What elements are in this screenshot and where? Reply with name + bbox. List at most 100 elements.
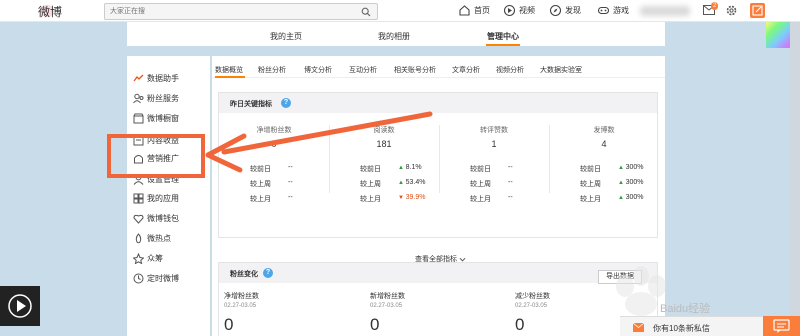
metric-value: 4 xyxy=(601,139,607,149)
sidebar-item-weibo-shop[interactable]: 微博橱窗 xyxy=(133,110,179,126)
compare-value: -- xyxy=(288,194,293,201)
compare-value: -- xyxy=(508,179,513,186)
promote-icon xyxy=(134,154,143,163)
compare-label: 较前日 xyxy=(360,166,381,173)
sidebar-item-content-income[interactable]: 内容收益 xyxy=(133,132,179,148)
help-icon[interactable]: ? xyxy=(263,268,273,278)
triangle-up-icon: ▲ xyxy=(398,165,406,171)
active-tab-underline xyxy=(486,44,520,46)
gear-icon[interactable] xyxy=(725,4,738,17)
envelope-icon xyxy=(633,323,644,332)
subtab-bigdata-lab[interactable]: 大数据实验室 xyxy=(540,65,582,75)
sidebar-item-label: 微博钱包 xyxy=(147,213,179,223)
sidebar: 数据助手 粉丝服务 微博橱窗 内容收益 营销推广 设置管理 我的应用 微博钱包 … xyxy=(127,56,210,336)
active-subtab-underline xyxy=(215,76,245,78)
tab-my-home[interactable]: 我的主页 xyxy=(270,31,302,42)
apps-icon xyxy=(133,193,144,203)
subtab-articles[interactable]: 文章分析 xyxy=(452,65,480,75)
sidebar-item-scheduled[interactable]: 定时微博 xyxy=(133,270,179,286)
video-player-button[interactable] xyxy=(0,286,40,326)
compare-value: ▲ 8.1% xyxy=(398,164,422,171)
subtab-related-accounts[interactable]: 相关账号分析 xyxy=(394,65,436,75)
sidebar-item-label: 微博橱窗 xyxy=(147,113,179,123)
fans-date: 02.27-03.05 xyxy=(224,303,257,309)
nav-discover[interactable]: 发现 xyxy=(549,4,581,17)
metric-reads: 阅读数 181 xyxy=(329,125,439,149)
tab-management[interactable]: 管理中心 xyxy=(487,31,519,42)
clock-icon xyxy=(133,273,144,283)
sidebar-item-fans-service[interactable]: 粉丝服务 xyxy=(133,90,179,106)
compare-value-text: 300% xyxy=(625,179,644,186)
nav-game-label: 游戏 xyxy=(613,6,629,15)
home-icon xyxy=(459,5,470,16)
metric-engagement: 转评赞数 1 xyxy=(439,125,549,149)
triangle-up-icon: ▲ xyxy=(618,195,626,201)
tab-my-album[interactable]: 我的相册 xyxy=(378,31,410,42)
top-bar: 微博 首页 视频 发现 游戏 2 xyxy=(0,0,800,22)
compare-label: 较上周 xyxy=(250,181,271,188)
compare-value: -- xyxy=(288,164,293,171)
subtab-videos[interactable]: 视频分析 xyxy=(496,65,524,75)
sidebar-item-crowdfund[interactable]: 众筹 xyxy=(133,250,163,266)
compare-value: ▲ 300% xyxy=(618,194,644,201)
subtab-posts[interactable]: 博文分析 xyxy=(304,65,332,75)
fans-label: 净增粉丝数 xyxy=(224,293,259,300)
sidebar-item-label: 粉丝服务 xyxy=(147,93,179,103)
game-icon xyxy=(597,6,610,15)
sidebar-item-settings[interactable]: 设置管理 xyxy=(133,171,179,187)
compare-value: -- xyxy=(508,194,513,201)
profile-tabs: 我的主页 我的相册 管理中心 xyxy=(127,22,665,46)
shop-icon xyxy=(133,113,144,123)
compare-value: ▼ 39.9% xyxy=(398,194,425,201)
nav-video[interactable]: 视频 xyxy=(503,4,535,17)
mail-badge: 2 xyxy=(711,2,719,10)
compare-value-text: -- xyxy=(288,194,293,201)
fans-value: 0 xyxy=(224,315,234,334)
compare-label: 较上周 xyxy=(360,181,381,188)
compare-value-text: -- xyxy=(508,179,513,186)
compare-value-text: -- xyxy=(508,164,513,171)
fans-date: 02.27-03.05 xyxy=(370,303,403,309)
compose-icon xyxy=(752,5,763,16)
nav-game[interactable]: 游戏 xyxy=(597,4,629,17)
help-icon[interactable]: ? xyxy=(281,98,291,108)
sidebar-item-label: 设置管理 xyxy=(147,174,179,184)
compare-label: 较上周 xyxy=(470,181,491,188)
fans-value: 0 xyxy=(370,315,380,334)
fans-icon xyxy=(133,93,144,103)
card-header: 昨日关键指标 ? xyxy=(219,93,657,113)
sidebar-item-label: 定时微博 xyxy=(147,273,179,283)
hotspot-icon xyxy=(135,232,142,243)
fans-new: 新增粉丝数 02.27-03.05 0 xyxy=(370,291,500,335)
compare-label: 较上周 xyxy=(580,181,601,188)
subtab-overview[interactable]: 数据概览 xyxy=(215,65,243,75)
nav-video-label: 视频 xyxy=(519,6,535,15)
nav-home-label: 首页 xyxy=(474,6,490,15)
weibo-logo[interactable]: 微博 xyxy=(38,3,62,20)
nav-home[interactable]: 首页 xyxy=(458,4,490,17)
chat-button[interactable] xyxy=(763,316,800,336)
sidebar-item-my-apps[interactable]: 我的应用 xyxy=(133,190,179,206)
sidebar-item-hotspot[interactable]: 微热点 xyxy=(133,230,171,246)
search-icon[interactable] xyxy=(361,7,371,17)
triangle-up-icon: ▲ xyxy=(618,165,626,171)
sidebar-item-data-assistant[interactable]: 数据助手 xyxy=(133,70,179,86)
private-message-bar[interactable]: 你有10条新私信 xyxy=(620,316,768,336)
subtab-fans[interactable]: 粉丝分析 xyxy=(258,65,286,75)
subtab-interaction[interactable]: 互动分析 xyxy=(349,65,377,75)
sidebar-item-label: 数据助手 xyxy=(147,73,179,83)
username-blurred[interactable] xyxy=(640,6,690,16)
compose-button[interactable] xyxy=(750,3,765,18)
compare-label: 较上月 xyxy=(360,196,381,203)
search-box[interactable] xyxy=(104,3,378,20)
income-icon xyxy=(133,136,144,145)
sidebar-item-wallet[interactable]: 微博钱包 xyxy=(133,210,179,226)
compare-value: ▲ 53.4% xyxy=(398,179,425,186)
search-input[interactable] xyxy=(105,4,355,19)
fans-change-card: 粉丝变化 ? 净增粉丝数 02.27-03.05 0 新增粉丝数 02.27-0… xyxy=(218,262,658,336)
compare-value-text: -- xyxy=(508,194,513,201)
card-header: 粉丝变化 ? xyxy=(219,263,657,283)
sidebar-item-marketing[interactable]: 营销推广 xyxy=(133,150,179,166)
chat-icon xyxy=(773,319,790,333)
page-scrollbar[interactable] xyxy=(790,22,800,336)
